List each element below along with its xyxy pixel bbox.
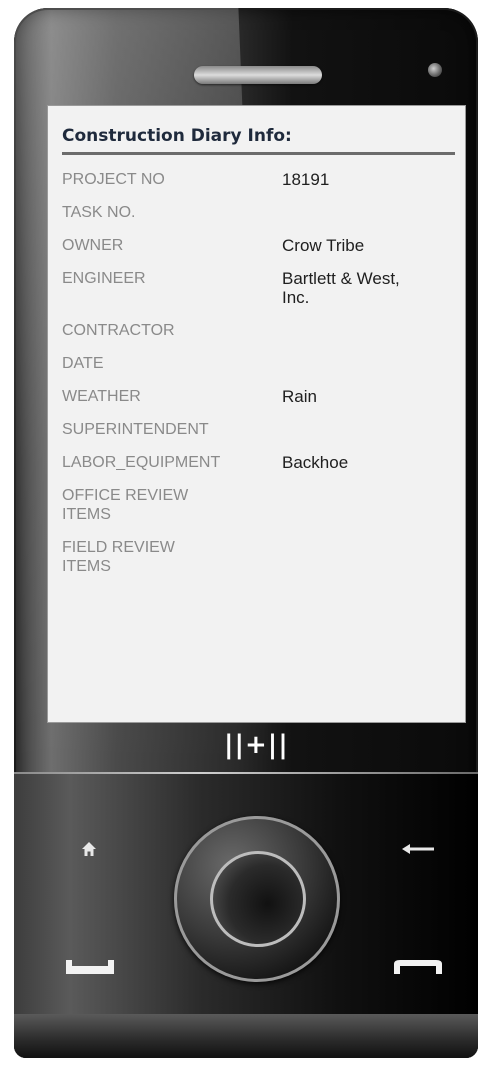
field-value: Crow Tribe (282, 236, 365, 255)
field-row-office-review-items[interactable]: OFFICE REVIEW ITEMS (62, 481, 465, 533)
navigation-center-button[interactable] (210, 851, 306, 947)
field-label: SUPERINTENDENT (62, 421, 209, 438)
device-logo: ||+|| (224, 730, 289, 760)
field-label: WEATHER (62, 388, 141, 405)
field-label: OFFICE REVIEW ITEMS (62, 487, 189, 523)
field-label: PROJECT NO (62, 171, 165, 188)
field-label: LABOR_EQUIPMENT (62, 454, 221, 471)
call-button[interactable] (64, 956, 116, 978)
home-button[interactable] (74, 834, 104, 864)
field-label: CONTRACTOR (62, 322, 175, 339)
field-label: OWNER (62, 237, 124, 254)
end-call-button[interactable] (392, 956, 444, 978)
earpiece-speaker (194, 66, 322, 84)
field-row-field-review-items[interactable]: FIELD REVIEW ITEMS (62, 533, 465, 585)
field-label: TASK NO. (62, 204, 136, 221)
field-row-labor-equipment[interactable]: LABOR_EQUIPMENT Backhoe (62, 448, 465, 481)
field-value: Bartlett & West, Inc. (282, 269, 400, 307)
front-camera (428, 63, 442, 77)
screen-title: Construction Diary Info: (62, 126, 455, 155)
field-row-date[interactable]: DATE (62, 349, 465, 382)
field-value: Backhoe (282, 453, 349, 472)
back-button[interactable] (398, 834, 438, 864)
field-label: DATE (62, 355, 104, 372)
home-icon (82, 842, 96, 856)
device-base (14, 1014, 478, 1058)
field-value: 18191 (282, 170, 330, 189)
field-row-weather[interactable]: WEATHER Rain (62, 382, 465, 415)
field-list: PROJECT NO 18191 TASK NO. OWNER Crow Tri… (62, 165, 465, 585)
back-arrow-icon (402, 844, 434, 854)
phone-screen: Construction Diary Info: PROJECT NO 1819… (48, 106, 465, 722)
end-call-icon (394, 960, 442, 974)
field-row-contractor[interactable]: CONTRACTOR (62, 316, 465, 349)
field-row-engineer[interactable]: ENGINEER Bartlett & West, Inc. (62, 264, 465, 316)
field-row-task-no[interactable]: TASK NO. (62, 198, 465, 231)
phone-device: Construction Diary Info: PROJECT NO 1819… (14, 8, 478, 1058)
field-row-superintendent[interactable]: SUPERINTENDENT (62, 415, 465, 448)
field-label: ENGINEER (62, 270, 146, 287)
call-icon (66, 960, 114, 974)
field-row-owner[interactable]: OWNER Crow Tribe (62, 231, 465, 264)
field-row-project-no[interactable]: PROJECT NO 18191 (62, 165, 465, 198)
field-value: Rain (282, 387, 317, 406)
field-label: FIELD REVIEW ITEMS (62, 539, 175, 575)
